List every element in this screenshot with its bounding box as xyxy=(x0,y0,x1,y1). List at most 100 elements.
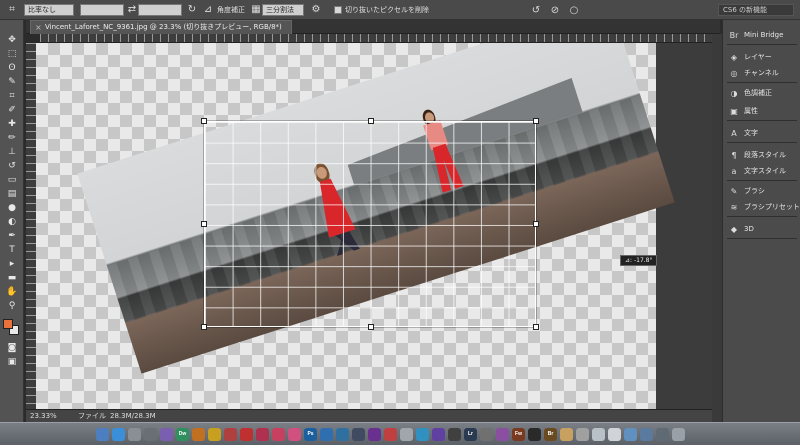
app-dock-icon-10[interactable] xyxy=(288,427,301,441)
crop-box[interactable] xyxy=(201,118,539,330)
type-tool-icon[interactable]: T xyxy=(4,244,20,256)
app-dock-icon-8[interactable] xyxy=(256,427,269,441)
crop-handle-right[interactable] xyxy=(533,221,539,227)
path-select-tool-icon[interactable]: ▸ xyxy=(4,258,20,270)
crop-handle-top-left[interactable] xyxy=(201,118,207,124)
app-dock-icon-9[interactable] xyxy=(272,427,285,441)
crop-handle-bottom-left[interactable] xyxy=(201,324,207,330)
move-tool-icon[interactable]: ✥ xyxy=(4,34,20,46)
app-dock-icon-12[interactable] xyxy=(336,427,349,441)
app-dock-icon-25[interactable] xyxy=(592,427,605,441)
foreground-color-swatch[interactable] xyxy=(3,319,13,329)
crop-tool-preset-icon[interactable]: ⌗ xyxy=(6,4,18,16)
history-brush-tool-icon[interactable]: ↺ xyxy=(4,160,20,172)
app-dock-icon-17[interactable] xyxy=(416,427,429,441)
crop-handle-top[interactable] xyxy=(368,118,374,124)
document-tab[interactable]: × Vincent_Laforet_NC_9361.jpg @ 23.3% (切… xyxy=(30,20,292,34)
app-dock-icon-23[interactable] xyxy=(560,427,573,441)
app-dock-icon-22[interactable] xyxy=(528,427,541,441)
crop-handle-top-right[interactable] xyxy=(533,118,539,124)
pen-tool-icon[interactable]: ✒ xyxy=(4,230,20,242)
blur-tool-icon[interactable]: ● xyxy=(4,202,20,214)
stamp-tool-icon[interactable]: ⊥ xyxy=(4,146,20,158)
quick-select-tool-icon[interactable]: ✎ xyxy=(4,76,20,88)
app-dock-icon-4[interactable] xyxy=(192,427,205,441)
panel-item-channels[interactable]: ◎ チャンネル xyxy=(723,66,800,80)
vertical-ruler[interactable] xyxy=(26,43,36,409)
screen-mode-icon[interactable]: ▣ xyxy=(4,356,20,368)
width-field[interactable] xyxy=(80,3,124,16)
app-dock-icon-20[interactable] xyxy=(480,427,493,441)
app-dock-icon-7[interactable] xyxy=(240,427,253,441)
panel-item-adjustments[interactable]: ◑ 色調補正 xyxy=(723,86,800,100)
panel-item-brush-preset[interactable]: ≋ ブラシプリセット xyxy=(723,200,800,214)
brush-tool-icon[interactable]: ✏ xyxy=(4,132,20,144)
app-dock-icon-3[interactable] xyxy=(160,427,173,441)
trash-dock-icon[interactable] xyxy=(672,427,685,441)
clear-icon[interactable]: ↻ xyxy=(186,4,198,16)
cancel-icon[interactable]: ⊘ xyxy=(549,4,561,16)
app-dock-icon-11[interactable] xyxy=(320,427,333,441)
commit-icon[interactable]: ○ xyxy=(568,4,580,16)
healing-brush-tool-icon[interactable]: ✚ xyxy=(4,118,20,130)
close-icon[interactable]: × xyxy=(35,21,42,34)
panel-item-layers[interactable]: ◈ レイヤー xyxy=(723,50,800,64)
gear-icon[interactable]: ⚙ xyxy=(310,4,322,16)
app-dock-icon-18[interactable] xyxy=(432,427,445,441)
workspace-switcher[interactable]: CS6 の新機能 xyxy=(718,4,794,16)
horizontal-ruler[interactable] xyxy=(40,34,712,43)
app-dock-icon-5[interactable] xyxy=(208,427,221,441)
zoom-tool-icon[interactable]: ⚲ xyxy=(4,300,20,312)
hand-tool-icon[interactable]: ✋ xyxy=(4,286,20,298)
photoshop-dock-icon[interactable]: Ps xyxy=(304,427,317,441)
panel-item-3d[interactable]: ◆ 3D xyxy=(723,222,800,236)
canvas[interactable]: ⊿: -17.8° xyxy=(36,43,712,409)
panel-item-brush-panel[interactable]: ✎ ブラシ xyxy=(723,184,800,198)
crop-handle-bottom-right[interactable] xyxy=(533,324,539,330)
zoom-level[interactable]: 23.33% xyxy=(30,410,57,422)
panel-item-character-style[interactable]: a 文字スタイル xyxy=(723,164,800,178)
delete-cropped-pixels-checkbox[interactable] xyxy=(334,5,342,14)
swap-icon[interactable]: ⇄ xyxy=(126,4,138,16)
file-info-label[interactable]: ファイル xyxy=(78,410,106,422)
app-dock-icon-14[interactable] xyxy=(368,427,381,441)
app-dock-icon-15[interactable] xyxy=(384,427,397,441)
app-dock-icon-21[interactable] xyxy=(496,427,509,441)
height-field[interactable] xyxy=(138,3,182,16)
lasso-tool-icon[interactable]: ʘ xyxy=(4,62,20,74)
lightroom-dock-icon[interactable]: Lr xyxy=(464,427,477,441)
dreamweaver-dock-icon[interactable]: Dw xyxy=(176,427,189,441)
crop-handle-left[interactable] xyxy=(201,221,207,227)
dodge-tool-icon[interactable]: ◐ xyxy=(4,216,20,228)
app-dock-icon-16[interactable] xyxy=(400,427,413,441)
bridge-dock-icon[interactable]: Br xyxy=(544,427,557,441)
app-dock-icon-1[interactable] xyxy=(128,427,141,441)
ratio-select[interactable]: 比率なし xyxy=(24,3,74,16)
panel-item-character[interactable]: A 文字 xyxy=(723,126,800,140)
overlay-icon[interactable]: ▦ xyxy=(250,4,262,16)
overlay-select[interactable]: 三分割法 xyxy=(262,3,304,16)
safari-dock-icon[interactable] xyxy=(112,427,125,441)
marquee-tool-icon[interactable]: ⬚ xyxy=(4,48,20,60)
reset-icon[interactable]: ↺ xyxy=(530,4,542,16)
app-dock-icon-2[interactable] xyxy=(144,427,157,441)
app-dock-icon-13[interactable] xyxy=(352,427,365,441)
finder-dock-icon[interactable] xyxy=(96,427,109,441)
crop-handle-bottom[interactable] xyxy=(368,324,374,330)
quick-mask-icon[interactable]: ◙ xyxy=(4,342,20,354)
app-dock-icon-28[interactable] xyxy=(640,427,653,441)
app-dock-icon-24[interactable] xyxy=(576,427,589,441)
panel-item-paragraph-style[interactable]: ¶ 段落スタイル xyxy=(723,148,800,162)
straighten-icon[interactable]: ⊿ xyxy=(202,4,214,16)
app-dock-icon-19[interactable] xyxy=(448,427,461,441)
panel-item-properties[interactable]: ▣ 属性 xyxy=(723,104,800,118)
app-dock-icon-27[interactable] xyxy=(624,427,637,441)
shape-tool-icon[interactable]: ▬ xyxy=(4,272,20,284)
gradient-tool-icon[interactable]: ▤ xyxy=(4,188,20,200)
fireworks-dock-icon[interactable]: Fw xyxy=(512,427,525,441)
app-dock-icon-6[interactable] xyxy=(224,427,237,441)
eraser-tool-icon[interactable]: ▭ xyxy=(4,174,20,186)
app-dock-icon-26[interactable] xyxy=(608,427,621,441)
panel-item-mini-bridge[interactable]: Br Mini Bridge xyxy=(723,28,800,42)
crop-tool-icon[interactable]: ⌗ xyxy=(4,90,20,102)
